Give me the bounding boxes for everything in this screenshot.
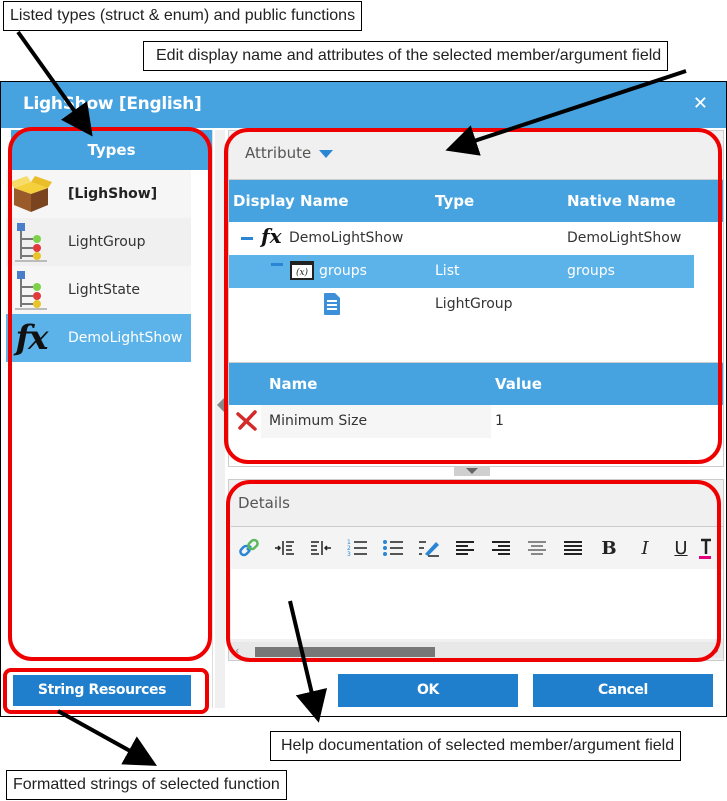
collapse-left-icon[interactable]: [217, 398, 224, 412]
types-callout: Listed types (struct & enum) and public …: [3, 1, 363, 31]
details-editor[interactable]: [231, 569, 723, 639]
type-item-label: DemoLightShow: [68, 330, 183, 346]
bold-icon[interactable]: B: [591, 532, 627, 564]
attribute-bar: Attribute: [229, 131, 723, 180]
scrollbar-thumb[interactable]: [255, 647, 435, 657]
link-icon[interactable]: [231, 532, 267, 564]
details-toolbar: 123 B I U: [231, 526, 723, 570]
edit-pencil-icon[interactable]: [411, 532, 447, 564]
type-item-lightgroup[interactable]: LightGroup: [6, 218, 191, 266]
type-item-label: LightState: [68, 282, 140, 298]
variable-icon: (x): [290, 261, 314, 285]
ok-button[interactable]: OK: [338, 674, 518, 707]
collapse-icon[interactable]: [271, 263, 283, 266]
attribute-dropdown-icon[interactable]: [319, 150, 333, 158]
members-grid-header: Display Name Type Native Name: [229, 180, 723, 222]
types-panel: Types [LighShow] LightGroup LightState f…: [6, 130, 213, 708]
align-right-icon[interactable]: [483, 532, 519, 564]
tree-row-element[interactable]: LightGroup: [229, 288, 723, 321]
svg-text:(x): (x): [296, 267, 309, 278]
svg-text:3: 3: [347, 551, 351, 558]
vertical-splitter[interactable]: [215, 130, 225, 708]
unordered-list-icon[interactable]: [375, 532, 411, 564]
function-fx-icon: fx: [261, 224, 282, 248]
types-list: [LighShow] LightGroup LightState fx Demo…: [6, 170, 212, 362]
collapse-down-icon[interactable]: [466, 468, 478, 474]
text-color-icon[interactable]: [699, 532, 723, 564]
column-native-name[interactable]: Native Name: [567, 192, 676, 210]
property-value[interactable]: 1: [495, 413, 504, 429]
strings-callout: Formatted strings of selected function: [6, 770, 287, 800]
string-resources-button[interactable]: String Resources: [13, 675, 191, 706]
attribute-panel: Attribute Display Name Type Native Name …: [228, 130, 724, 467]
tree-row-groups[interactable]: (x) groups List groups: [229, 255, 694, 288]
type-item-demolightshow[interactable]: fx DemoLightShow: [6, 314, 191, 362]
column-value[interactable]: Value: [495, 375, 542, 393]
details-callout: Help documentation of selected member/ar…: [270, 731, 682, 761]
type-dialog: LighShow [English] ✕ Types [LighShow] Li…: [0, 81, 727, 717]
details-label: Details: [238, 494, 291, 512]
type-item-label: [LighShow]: [68, 186, 158, 202]
type: LightGroup: [435, 296, 513, 312]
column-name[interactable]: Name: [269, 375, 317, 393]
underline-icon[interactable]: U: [663, 532, 699, 564]
details-horizontal-scrollbar[interactable]: ‹ ›: [231, 642, 723, 658]
outdent-icon[interactable]: [303, 532, 339, 564]
native-name: DemoLightShow: [567, 230, 682, 246]
document-icon: [323, 292, 341, 320]
arrow-to-string-resources: [57, 709, 157, 766]
collapse-icon[interactable]: [241, 237, 253, 240]
function-fx-icon: fx: [15, 318, 49, 358]
dialog-titlebar: LighShow [English] ✕: [1, 82, 726, 128]
column-display-name[interactable]: Display Name: [233, 192, 349, 210]
horizontal-splitter[interactable]: [454, 467, 490, 476]
close-icon[interactable]: ✕: [693, 93, 708, 114]
attribute-label: Attribute: [245, 144, 312, 162]
property-name: Minimum Size: [269, 413, 368, 429]
native-name: groups: [567, 263, 615, 279]
align-left-icon[interactable]: [447, 532, 483, 564]
package-icon: [6, 171, 56, 217]
ordered-list-icon[interactable]: 123: [339, 532, 375, 564]
display-name: DemoLightShow: [289, 230, 404, 246]
property-row[interactable]: Minimum Size 1: [229, 405, 723, 438]
dialog-title: LighShow [English]: [23, 94, 202, 114]
column-type[interactable]: Type: [435, 192, 474, 210]
struct-tree-icon: [6, 219, 56, 265]
type-item-lighshow[interactable]: [LighShow]: [6, 170, 191, 218]
justify-icon[interactable]: [555, 532, 591, 564]
scroll-left-icon[interactable]: ‹: [235, 644, 239, 657]
tree-row-function[interactable]: fx DemoLightShow DemoLightShow: [229, 222, 723, 255]
cancel-button[interactable]: Cancel: [533, 674, 713, 707]
delete-icon[interactable]: [235, 409, 259, 437]
italic-icon[interactable]: I: [627, 532, 663, 564]
struct-tree-icon: [6, 267, 56, 313]
scroll-right-icon[interactable]: ›: [715, 644, 719, 657]
display-name: groups: [319, 263, 367, 279]
types-header: Types: [11, 130, 212, 170]
details-panel: Details 123 B I U ‹ ›: [228, 479, 724, 661]
type-item-label: LightGroup: [68, 234, 146, 250]
type: List: [435, 263, 460, 279]
attributes-callout: Edit display name and attributes of the …: [143, 41, 669, 71]
type-item-lightstate[interactable]: LightState: [6, 266, 191, 314]
properties-header: Name Value: [229, 362, 723, 405]
align-center-icon[interactable]: [519, 532, 555, 564]
indent-icon[interactable]: [267, 532, 303, 564]
properties-grid: Name Value Minimum Size 1: [229, 362, 723, 438]
